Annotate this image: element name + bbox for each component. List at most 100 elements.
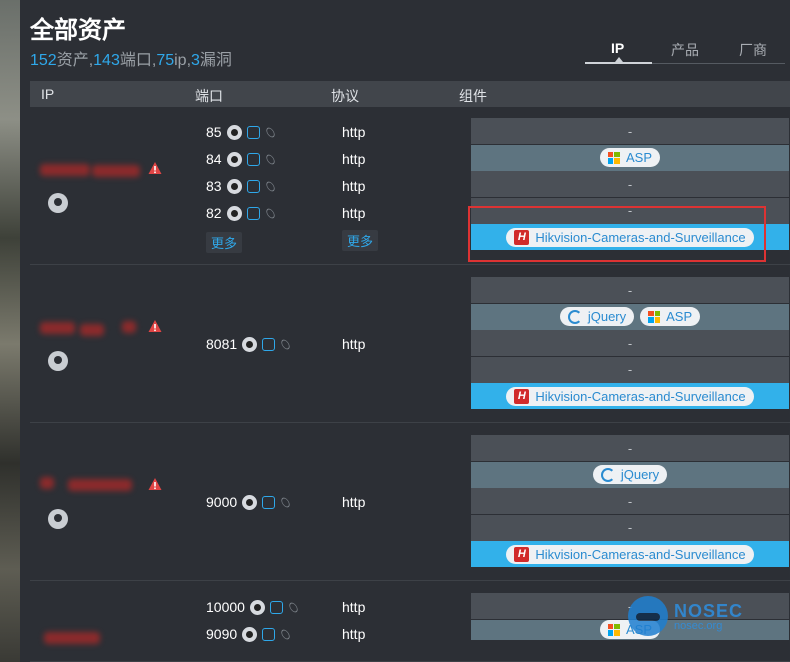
- empty-component: -: [627, 362, 633, 377]
- redacted-ip: [68, 479, 132, 491]
- port-number[interactable]: 82: [206, 205, 222, 221]
- empty-component: -: [627, 335, 633, 351]
- link-icon[interactable]: [279, 337, 292, 351]
- component-badge[interactable]: ASP: [640, 307, 701, 326]
- protocol-value: http: [342, 626, 366, 642]
- component-badge-label: jQuery: [620, 467, 660, 482]
- link-icon[interactable]: [279, 495, 292, 509]
- service-icon: [226, 178, 242, 194]
- nosec-logo-icon: [628, 596, 668, 636]
- column-header-ip: IP: [41, 86, 55, 102]
- fingerprint-icon[interactable]: [262, 495, 276, 509]
- protocol-value: http: [342, 494, 366, 510]
- highlight-box: [468, 206, 766, 262]
- port-number[interactable]: 10000: [206, 599, 245, 615]
- component-badge-label: ASP: [625, 150, 652, 165]
- protocol-value: http: [342, 124, 366, 140]
- warning-icon: [148, 319, 162, 333]
- protocol-value: http: [342, 178, 366, 194]
- component-badge-label: Hikvision-Cameras-and-Surveillance: [535, 546, 746, 562]
- component-badge[interactable]: H Hikvision-Cameras-and-Surveillance: [506, 386, 754, 406]
- redacted-ip: [40, 322, 75, 334]
- fingerprint-icon[interactable]: [246, 125, 260, 139]
- port-number[interactable]: 84: [206, 151, 222, 167]
- component-cell: -: [471, 330, 789, 356]
- service-icon: [242, 336, 258, 352]
- protocol-value: http: [342, 336, 366, 352]
- host-avatar-icon: [48, 509, 68, 529]
- service-icon: [226, 151, 242, 167]
- port-number[interactable]: 8081: [206, 336, 237, 352]
- fingerprint-icon[interactable]: [246, 206, 260, 220]
- redacted-ip: [44, 632, 100, 644]
- component-badge-label: jQuery: [587, 309, 627, 324]
- port-entry: 8081: [206, 336, 292, 352]
- component-badge[interactable]: H Hikvision-Cameras-and-Surveillance: [506, 544, 754, 564]
- fingerprint-icon[interactable]: [246, 152, 260, 166]
- component-badge[interactable]: jQuery: [559, 307, 635, 326]
- tab-vendor[interactable]: 厂商: [739, 40, 767, 60]
- component-cell: jQuery: [471, 461, 789, 488]
- assets-panel: 全部资产 152资产,143端口,75ip,3漏洞 IP 产品 厂商 IP 端口…: [20, 0, 790, 662]
- column-header-protocol: 协议: [331, 88, 359, 104]
- port-entry: 83: [206, 178, 276, 194]
- nosec-watermark: NOSEC nosec.org: [628, 596, 743, 636]
- column-header-component: 组件: [459, 88, 487, 104]
- empty-component: -: [627, 493, 633, 509]
- microsoft-icon: [607, 623, 620, 636]
- protocol-value: http: [342, 599, 366, 615]
- component-cell: -: [471, 514, 789, 541]
- link-icon[interactable]: [264, 152, 276, 166]
- background-image-strip: [0, 0, 20, 662]
- redacted-ip: [122, 321, 136, 333]
- link-icon[interactable]: [264, 179, 276, 193]
- service-icon: [242, 626, 258, 642]
- warning-icon: [148, 161, 162, 175]
- active-tab-indicator: [585, 62, 652, 64]
- link-icon[interactable]: [264, 206, 276, 220]
- empty-component: -: [627, 520, 633, 535]
- tab-ip[interactable]: IP: [611, 40, 624, 56]
- more-ports-button[interactable]: 更多: [206, 232, 243, 253]
- link-icon[interactable]: [264, 125, 276, 139]
- port-number[interactable]: 83: [206, 178, 222, 194]
- port-number[interactable]: 9090: [206, 626, 237, 642]
- fingerprint-icon[interactable]: [262, 627, 276, 641]
- component-badge[interactable]: jQuery: [592, 465, 668, 484]
- service-icon: [242, 494, 258, 510]
- watermark-site: nosec.org: [674, 619, 723, 632]
- component-cell: -: [471, 118, 789, 144]
- port-entry: 9090: [206, 626, 292, 642]
- fingerprint-icon[interactable]: [269, 600, 283, 614]
- component-badge-label: Hikvision-Cameras-and-Surveillance: [535, 388, 746, 404]
- port-entry: 10000: [206, 599, 300, 615]
- watermark-name: NOSEC: [674, 600, 744, 621]
- empty-component: -: [627, 123, 633, 139]
- component-cell: ASP: [471, 144, 789, 171]
- table-header: IP 端口 协议 组件: [30, 81, 790, 107]
- port-entry: 84: [206, 151, 276, 167]
- more-protocols-button[interactable]: 更多: [342, 230, 379, 251]
- port-entry: 82: [206, 205, 276, 221]
- microsoft-icon: [648, 310, 661, 323]
- component-badge[interactable]: ASP: [599, 148, 660, 167]
- tab-product[interactable]: 产品: [671, 40, 699, 60]
- service-icon: [249, 599, 265, 615]
- fingerprint-icon[interactable]: [262, 337, 276, 351]
- component-badge-label: ASP: [666, 309, 693, 324]
- service-icon: [226, 124, 242, 140]
- table-row: 9000 http - jQuery - - H Hikvision-Cameras-and-…: [30, 423, 790, 581]
- jquery-icon: [600, 467, 615, 482]
- fingerprint-icon[interactable]: [246, 179, 260, 193]
- port-entry: 85: [206, 124, 276, 140]
- port-number[interactable]: 85: [206, 124, 222, 140]
- component-cell: -: [471, 171, 789, 197]
- link-icon[interactable]: [287, 600, 300, 614]
- port-number[interactable]: 9000: [206, 494, 237, 510]
- component-cell: -: [471, 488, 789, 514]
- redacted-ip: [92, 165, 140, 177]
- view-tabs: IP 产品 厂商: [585, 38, 785, 64]
- empty-component: -: [627, 176, 633, 192]
- link-icon[interactable]: [279, 627, 292, 641]
- column-header-port: 端口: [195, 88, 223, 104]
